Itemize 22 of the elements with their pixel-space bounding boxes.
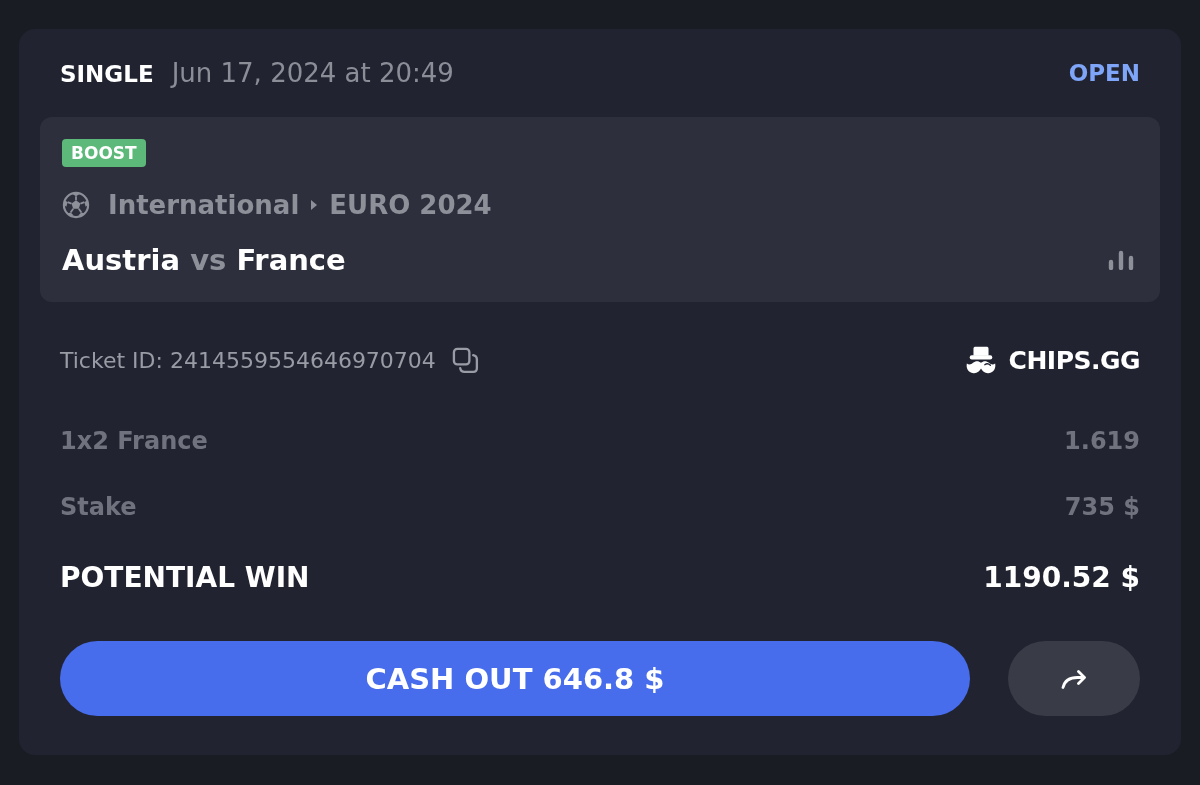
boost-tag: BOOST xyxy=(62,139,146,167)
line-label: Stake xyxy=(60,493,137,521)
potential-win-amount: 1190.52 $ xyxy=(983,560,1140,594)
bet-date: Jun 17, 2024 at 20:49 xyxy=(171,58,454,88)
line-label: 1x2 France xyxy=(60,427,208,455)
line-value: 1.619 xyxy=(1064,427,1140,455)
curved-arrow-icon xyxy=(1061,668,1087,689)
match-title: Austria vs France xyxy=(62,243,346,277)
breadcrumb-link[interactable]: International xyxy=(108,190,300,220)
copy-icon[interactable] xyxy=(451,346,479,374)
bet-status: OPEN xyxy=(1068,60,1140,86)
brand-name: CHIPS.GG xyxy=(1008,345,1140,375)
hat-and-mustache-icon xyxy=(964,345,997,375)
breadcrumb-link[interactable]: EURO 2024 xyxy=(329,190,492,220)
caret-icon xyxy=(311,200,318,210)
ticket-id: Ticket ID: 2414559554646970704 xyxy=(60,347,436,373)
bar-chart-icon[interactable] xyxy=(1108,250,1134,270)
line-value: 735 $ xyxy=(1064,493,1140,521)
potential-win-label: POTENTIAL WIN xyxy=(60,560,310,594)
cash-out-button[interactable]: CASH OUT 646.8 $ xyxy=(60,641,970,716)
bet-type-label: SINGLE xyxy=(60,61,154,87)
soccer-ball-icon xyxy=(62,191,90,219)
